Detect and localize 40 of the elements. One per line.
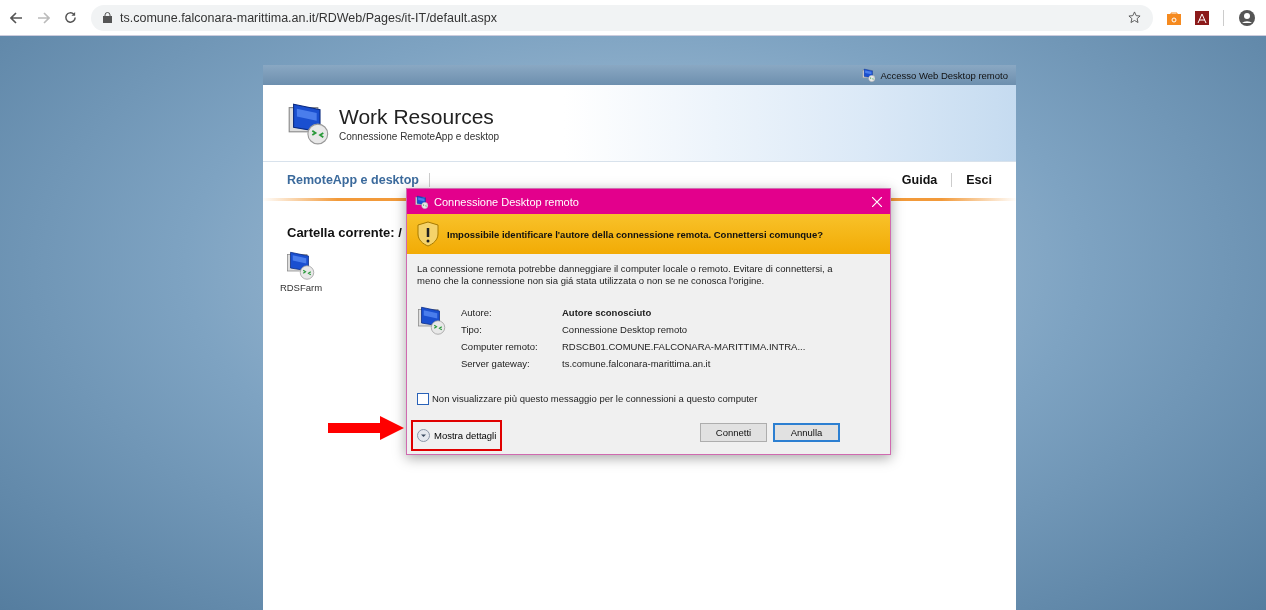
dialog-button[interactable]: Connetti — [700, 422, 767, 442]
remote-desktop-icon — [417, 304, 447, 335]
url-text: ts.comune.falconara-marittima.an.it/RDWeb/Pages/it-IT/default.aspx — [120, 10, 497, 25]
close-icon[interactable] — [872, 196, 882, 207]
portal-title: Work Resources — [339, 104, 495, 129]
reload-icon[interactable] — [64, 11, 77, 24]
portal-subtitle: Connessione RemoteApp e desktop — [339, 130, 500, 142]
pdf-icon[interactable] — [1195, 10, 1209, 25]
back-icon[interactable] — [10, 11, 23, 24]
checkbox-label[interactable]: Non visualizzare più questo messaggio per le connessioni a questo computer — [432, 393, 758, 405]
detail-value: Autore sconosciuto — [562, 306, 653, 318]
remote-desktop-icon — [287, 101, 331, 145]
detail-label: Tipo: — [461, 323, 483, 335]
nav-tab[interactable]: RemoteApp e desktop — [287, 173, 430, 187]
show-details-toggle[interactable]: Mostra dettagli — [417, 429, 497, 443]
remote-desktop-icon — [286, 250, 316, 280]
remote-desktop-icon — [862, 68, 877, 82]
dialog-button[interactable]: Annulla — [773, 422, 840, 442]
warning-message: La connessione remota potrebbe danneggiare il computer locale o remoto. Evitare di connettersi, a meno che la connessione non sia giá stata utilizzata o non se ne conosca l'origine. — [416, 262, 834, 287]
resource-label[interactable]: RDSFarm — [279, 282, 323, 293]
detail-value: RDSCB01.COMUNE.FALCONARA-MARITTIMA.INTRA... — [562, 340, 806, 352]
remote-access-link[interactable]: Accesso Web Desktop remoto — [880, 69, 1008, 81]
dialog-title: Connessione Desktop remoto — [434, 195, 579, 208]
detail-label: Server gateway: — [461, 357, 531, 369]
chevron-down-icon — [417, 429, 430, 443]
detail-value: Connessione Desktop remoto — [562, 323, 689, 335]
warning-shield-icon — [417, 221, 439, 247]
remote-desktop-icon — [415, 194, 429, 209]
folder-label: Cartella corrente: / — [287, 225, 402, 240]
star-icon[interactable] — [1128, 11, 1141, 24]
address-bar[interactable]: ts.comune.falconara-marittima.an.it/RDWeb/Pages/it-IT/default.aspx — [91, 4, 1153, 31]
detail-label: Computer remoto: — [461, 340, 539, 352]
detail-value: ts.comune.falconara-marittima.an.it — [562, 357, 712, 369]
nav-link[interactable]: Guida — [887, 173, 953, 187]
nav-link[interactable]: Esci — [952, 173, 992, 187]
checkbox[interactable] — [417, 392, 429, 405]
account-icon[interactable] — [1238, 8, 1256, 27]
warning-text: Impossibile identificare l'autore della connessione remota. Connettersi comunque? — [447, 228, 823, 240]
lock-icon — [103, 12, 112, 23]
detail-label: Autore: — [461, 306, 493, 318]
